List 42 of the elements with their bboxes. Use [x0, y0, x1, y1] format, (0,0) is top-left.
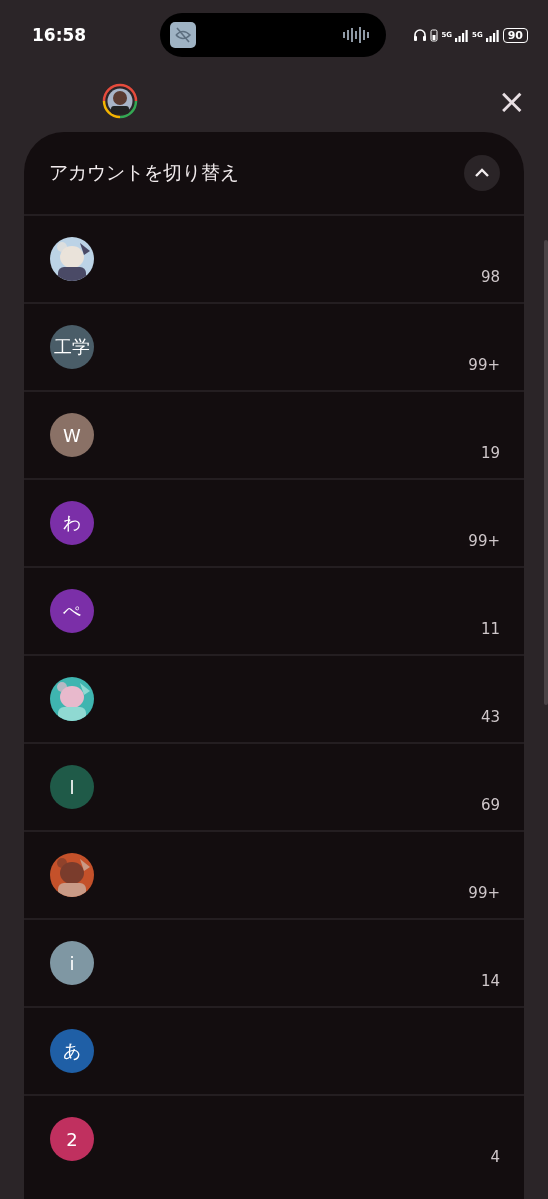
battery-icon [430, 28, 439, 42]
headphones-icon [413, 28, 428, 42]
account-row[interactable]: 99+ [24, 830, 524, 918]
account-row[interactable]: ぺ 11 [24, 566, 524, 654]
account-row[interactable]: 43 [24, 654, 524, 742]
account-avatar: 2 [50, 1117, 94, 1161]
chevron-icon [474, 168, 490, 178]
account-row[interactable]: わ 99+ [24, 478, 524, 566]
account-row[interactable]: 98 [24, 214, 524, 302]
account-avatar: わ [50, 501, 94, 545]
account-row[interactable]: 2 4 [24, 1094, 524, 1182]
account-avatar: l [50, 765, 94, 809]
panel-title: アカウントを切り替え [49, 160, 239, 185]
eye-off-icon [170, 22, 196, 48]
account-row[interactable]: あ [24, 1006, 524, 1094]
unread-count: 11 [480, 620, 500, 638]
status-time: 16:58 [32, 25, 88, 45]
unread-count: 14 [480, 972, 500, 990]
account-avatar: i [50, 941, 94, 985]
account-row[interactable]: 工学 99+ [24, 302, 524, 390]
waveform-icon [342, 27, 372, 43]
account-row[interactable]: W 19 [24, 390, 524, 478]
unread-count: 98 [480, 268, 500, 286]
unread-count: 4 [490, 1148, 500, 1166]
unread-count: 99+ [468, 884, 500, 902]
collapse-button[interactable] [464, 155, 500, 191]
unread-count: 43 [480, 708, 500, 726]
unread-count: 69 [480, 796, 500, 814]
profile-avatar[interactable] [102, 83, 138, 119]
account-row[interactable]: l 69 [24, 742, 524, 830]
unread-count: 99+ [468, 532, 500, 550]
close-button[interactable]: × [493, 84, 530, 118]
account-avatar: W [50, 413, 94, 457]
account-row[interactable]: i 14 [24, 918, 524, 1006]
account-avatar: 工学 [50, 325, 94, 369]
account-avatar: あ [50, 1029, 94, 1073]
account-avatar: ぺ [50, 589, 94, 633]
unread-count: 99+ [468, 356, 500, 374]
battery-level: 90 [502, 27, 528, 43]
signal-icon [485, 28, 500, 42]
unread-count: 19 [480, 444, 500, 462]
signal-icon [455, 28, 470, 42]
